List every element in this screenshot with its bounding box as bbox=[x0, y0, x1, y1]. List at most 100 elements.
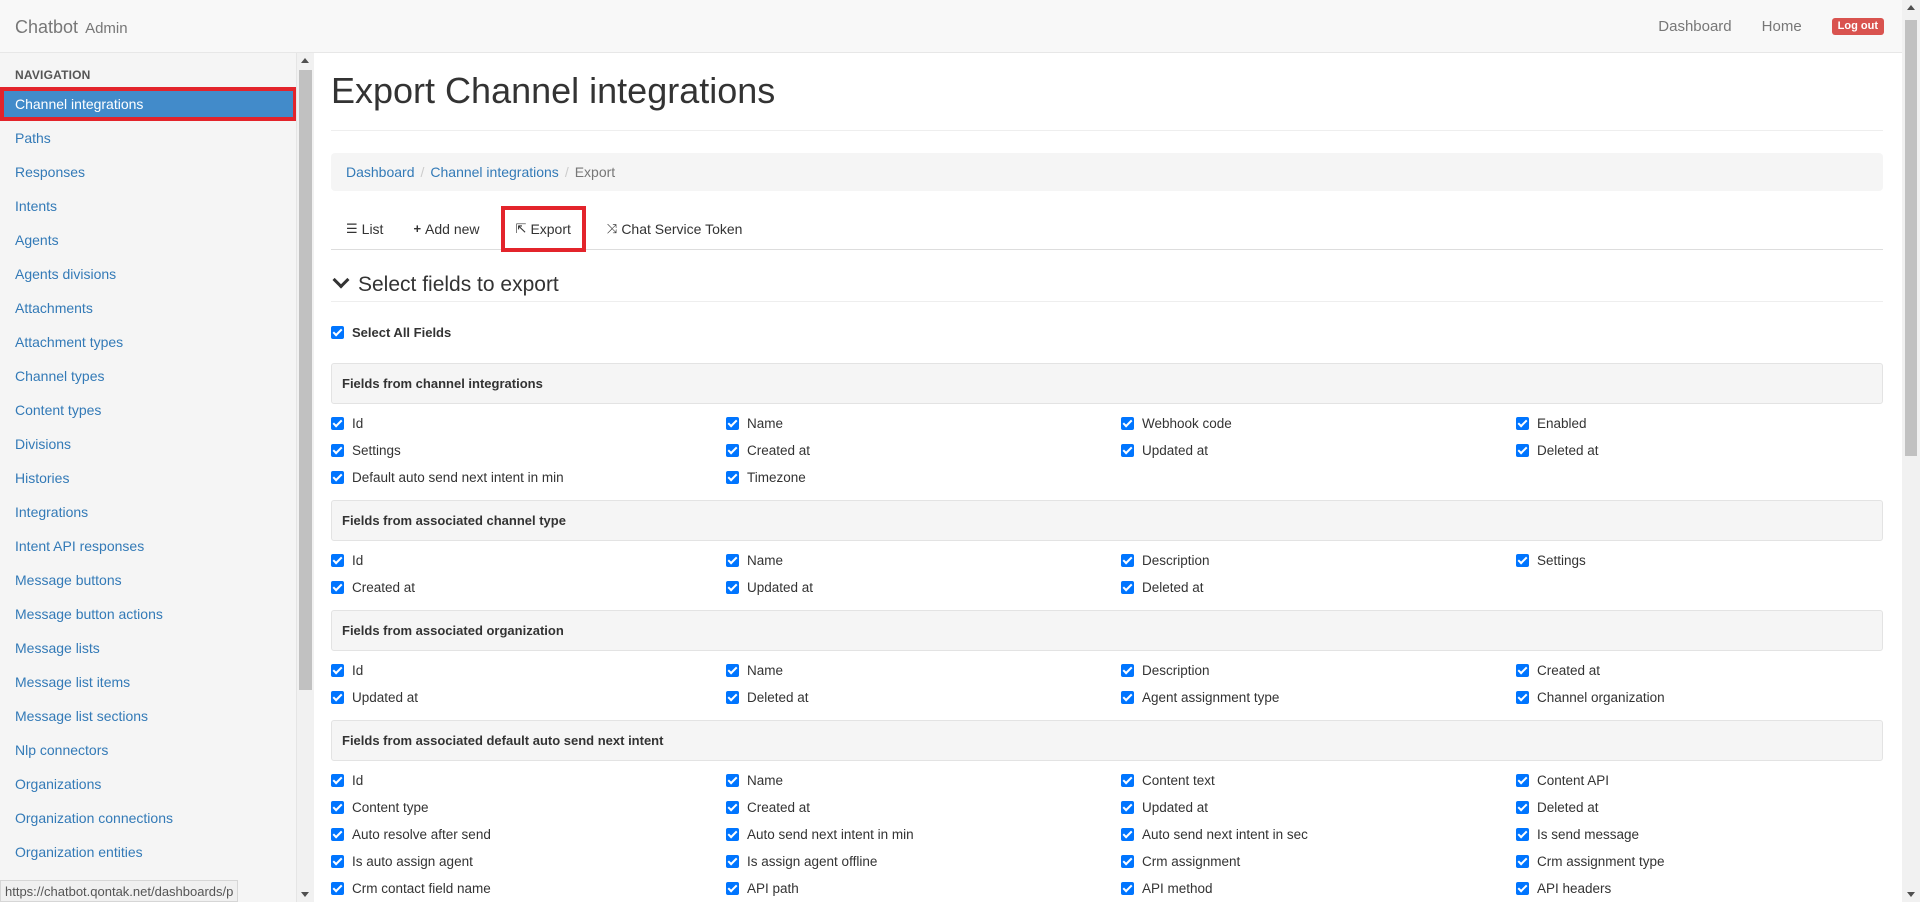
field-checkbox[interactable] bbox=[1121, 444, 1134, 457]
field-option-auto-send-next-intent-in-sec[interactable]: Auto send next intent in sec bbox=[1121, 821, 1516, 848]
sidebar-item-divisions[interactable]: Divisions bbox=[0, 427, 296, 461]
nav-link-home[interactable]: Home bbox=[1762, 18, 1802, 35]
field-checkbox[interactable] bbox=[1516, 855, 1529, 868]
sidebar-item-integrations[interactable]: Integrations bbox=[0, 495, 296, 529]
field-option-agent-assignment-type[interactable]: Agent assignment type bbox=[1121, 684, 1516, 711]
field-option-settings[interactable]: Settings bbox=[1516, 547, 1883, 574]
field-option-is-auto-assign-agent[interactable]: Is auto assign agent bbox=[331, 848, 726, 875]
field-option-content-api[interactable]: Content API bbox=[1516, 767, 1883, 794]
field-checkbox[interactable] bbox=[726, 554, 739, 567]
field-checkbox[interactable] bbox=[1121, 691, 1134, 704]
field-option-deleted-at[interactable]: Deleted at bbox=[1516, 794, 1883, 821]
tab-export[interactable]: ⇱ Export bbox=[500, 205, 586, 252]
field-checkbox[interactable] bbox=[726, 801, 739, 814]
select-all-fields[interactable]: Select All Fields bbox=[331, 325, 451, 340]
field-option-default-auto-send-next-intent-in-min[interactable]: Default auto send next intent in min bbox=[331, 464, 726, 491]
sidebar-item-responses[interactable]: Responses bbox=[0, 155, 296, 189]
field-option-name[interactable]: Name bbox=[726, 767, 1121, 794]
field-checkbox[interactable] bbox=[1516, 882, 1529, 895]
field-option-channel-organization[interactable]: Channel organization bbox=[1516, 684, 1883, 711]
sidebar-scrollbar[interactable] bbox=[297, 53, 314, 902]
sidebar-item-organizations[interactable]: Organizations bbox=[0, 767, 296, 801]
field-checkbox[interactable] bbox=[331, 554, 344, 567]
field-checkbox[interactable] bbox=[726, 417, 739, 430]
field-option-updated-at[interactable]: Updated at bbox=[1121, 437, 1516, 464]
field-checkbox[interactable] bbox=[331, 471, 344, 484]
field-checkbox[interactable] bbox=[726, 691, 739, 704]
brand[interactable]: Chatbot Admin bbox=[15, 17, 128, 38]
field-option-deleted-at[interactable]: Deleted at bbox=[1516, 437, 1883, 464]
field-checkbox[interactable] bbox=[1516, 828, 1529, 841]
sidebar-item-paths[interactable]: Paths bbox=[0, 121, 296, 155]
field-option-name[interactable]: Name bbox=[726, 547, 1121, 574]
select-fields-toggle[interactable]: Select fields to export bbox=[331, 269, 1883, 302]
field-checkbox[interactable] bbox=[1121, 855, 1134, 868]
field-checkbox[interactable] bbox=[331, 664, 344, 677]
field-checkbox[interactable] bbox=[1516, 444, 1529, 457]
field-checkbox[interactable] bbox=[726, 444, 739, 457]
field-option-id[interactable]: Id bbox=[331, 657, 726, 684]
tab-list[interactable]: ☰ List bbox=[331, 208, 398, 250]
field-checkbox[interactable] bbox=[1516, 691, 1529, 704]
field-checkbox[interactable] bbox=[1121, 664, 1134, 677]
sidebar-item-message-lists[interactable]: Message lists bbox=[0, 631, 296, 665]
field-option-created-at[interactable]: Created at bbox=[726, 794, 1121, 821]
scroll-down-arrow-icon[interactable] bbox=[1907, 892, 1915, 897]
select-all-checkbox[interactable] bbox=[331, 326, 344, 339]
field-checkbox[interactable] bbox=[726, 664, 739, 677]
field-checkbox[interactable] bbox=[331, 444, 344, 457]
field-checkbox[interactable] bbox=[726, 471, 739, 484]
field-option-updated-at[interactable]: Updated at bbox=[726, 574, 1121, 601]
field-option-name[interactable]: Name bbox=[726, 657, 1121, 684]
field-option-webhook-code[interactable]: Webhook code bbox=[1121, 410, 1516, 437]
field-checkbox[interactable] bbox=[1121, 801, 1134, 814]
field-option-id[interactable]: Id bbox=[331, 547, 726, 574]
sidebar-item-histories[interactable]: Histories bbox=[0, 461, 296, 495]
breadcrumb-channel-integrations[interactable]: Channel integrations bbox=[430, 164, 558, 180]
scroll-up-arrow-icon[interactable] bbox=[1907, 5, 1915, 10]
field-option-created-at[interactable]: Created at bbox=[726, 437, 1121, 464]
field-option-auto-send-next-intent-in-min[interactable]: Auto send next intent in min bbox=[726, 821, 1121, 848]
sidebar-item-nlp-connectors[interactable]: Nlp connectors bbox=[0, 733, 296, 767]
field-option-api-method[interactable]: API method bbox=[1121, 875, 1516, 902]
field-checkbox[interactable] bbox=[331, 691, 344, 704]
field-option-crm-assignment-type[interactable]: Crm assignment type bbox=[1516, 848, 1883, 875]
sidebar-scroll-thumb[interactable] bbox=[299, 70, 312, 690]
nav-link-dashboard[interactable]: Dashboard bbox=[1658, 18, 1731, 35]
sidebar-item-channel-types[interactable]: Channel types bbox=[0, 359, 296, 393]
sidebar-item-content-types[interactable]: Content types bbox=[0, 393, 296, 427]
field-checkbox[interactable] bbox=[726, 882, 739, 895]
field-checkbox[interactable] bbox=[726, 581, 739, 594]
sidebar-item-message-list-items[interactable]: Message list items bbox=[0, 665, 296, 699]
field-option-deleted-at[interactable]: Deleted at bbox=[726, 684, 1121, 711]
sidebar-item-message-list-sections[interactable]: Message list sections bbox=[0, 699, 296, 733]
field-option-api-headers[interactable]: API headers bbox=[1516, 875, 1883, 902]
field-checkbox[interactable] bbox=[1516, 664, 1529, 677]
sidebar-item-intent-api-responses[interactable]: Intent API responses bbox=[0, 529, 296, 563]
field-checkbox[interactable] bbox=[1121, 828, 1134, 841]
sidebar-item-agents-divisions[interactable]: Agents divisions bbox=[0, 257, 296, 291]
field-option-auto-resolve-after-send[interactable]: Auto resolve after send bbox=[331, 821, 726, 848]
sidebar-item-message-buttons[interactable]: Message buttons bbox=[0, 563, 296, 597]
sidebar-item-attachments[interactable]: Attachments bbox=[0, 291, 296, 325]
scroll-down-arrow-icon[interactable] bbox=[301, 892, 309, 897]
tab-chat-service-token[interactable]: ⤨ Chat Service Token bbox=[592, 208, 758, 250]
field-option-name[interactable]: Name bbox=[726, 410, 1121, 437]
logout-button[interactable]: Log out bbox=[1831, 18, 1884, 35]
field-checkbox[interactable] bbox=[726, 855, 739, 868]
field-option-description[interactable]: Description bbox=[1121, 547, 1516, 574]
field-checkbox[interactable] bbox=[331, 828, 344, 841]
field-checkbox[interactable] bbox=[1516, 554, 1529, 567]
field-checkbox[interactable] bbox=[726, 774, 739, 787]
field-option-id[interactable]: Id bbox=[331, 410, 726, 437]
field-option-updated-at[interactable]: Updated at bbox=[1121, 794, 1516, 821]
field-checkbox[interactable] bbox=[1121, 417, 1134, 430]
field-checkbox[interactable] bbox=[1516, 774, 1529, 787]
breadcrumb-dashboard[interactable]: Dashboard bbox=[346, 164, 415, 180]
sidebar-item-agents[interactable]: Agents bbox=[0, 223, 296, 257]
field-checkbox[interactable] bbox=[331, 855, 344, 868]
field-option-enabled[interactable]: Enabled bbox=[1516, 410, 1883, 437]
sidebar-item-message-button-actions[interactable]: Message button actions bbox=[0, 597, 296, 631]
sidebar-item-channel-integrations[interactable]: Channel integrations bbox=[0, 87, 296, 121]
sidebar-item-organization-connections[interactable]: Organization connections bbox=[0, 801, 296, 835]
